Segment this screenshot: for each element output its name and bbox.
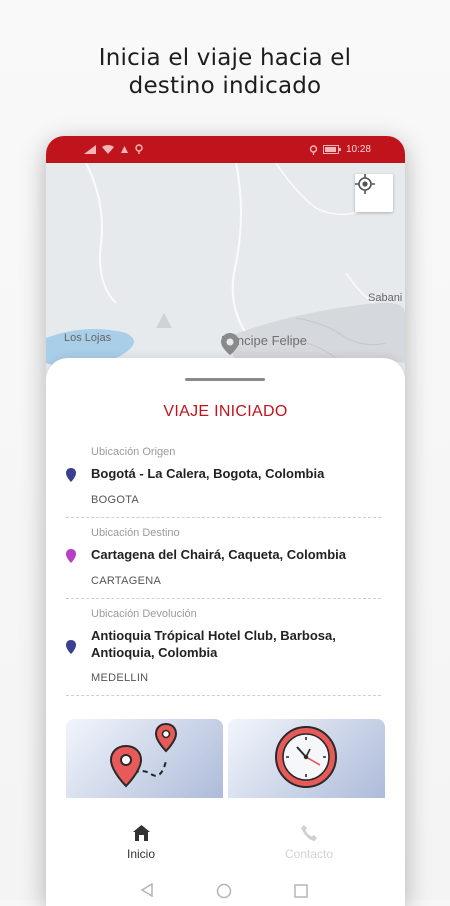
- home-circle-icon[interactable]: [216, 883, 232, 899]
- phone-frame: 10:28 Los Lojas Sabani Principe Felipe V…: [46, 136, 405, 906]
- address-line-2: Antioquia, Colombia: [91, 645, 218, 660]
- divider: [66, 695, 381, 696]
- location-label: Ubicación Destino: [91, 527, 180, 539]
- location-address: Antioquia Trópical Hotel Club, Barbosa, …: [91, 627, 381, 661]
- location-label: Ubicación Devolución: [91, 608, 197, 620]
- return-location: Ubicación Devolución Antioquia Trópical …: [66, 608, 381, 694]
- divider: [66, 598, 381, 599]
- map-label-sabana: Sabani: [368, 292, 403, 304]
- map-pin-icon: [221, 333, 239, 355]
- map-label-los-lojas: Los Lojas: [64, 332, 112, 344]
- place-marker[interactable]: Principe Felipe: [221, 333, 307, 355]
- headline-line-1: Inicia el viaje hacia el: [98, 45, 352, 71]
- my-location-button[interactable]: [355, 174, 393, 212]
- battery-icon: [322, 145, 341, 154]
- nav-label-contacto: Contacto: [284, 847, 334, 861]
- signal-icon: [84, 144, 96, 154]
- app-notification-icon: [121, 145, 128, 153]
- origin-pin-icon: [66, 468, 76, 482]
- trip-status-title: VIAJE INICIADO: [163, 403, 288, 420]
- route-card[interactable]: [66, 719, 223, 809]
- promo-headline: Inicia el viaje hacia el destino indicad…: [0, 44, 450, 100]
- location-city: CARTAGENA: [91, 575, 162, 587]
- destination-pin-icon: [66, 549, 76, 563]
- location-status-icon: [135, 144, 143, 154]
- home-icon: [132, 825, 150, 841]
- address-line-1: Antioquia Trópical Hotel Club, Barbosa,: [91, 628, 336, 643]
- sheet-drag-handle[interactable]: [185, 378, 265, 381]
- divider: [66, 517, 381, 518]
- return-pin-icon: [66, 640, 76, 654]
- clock-icon: [275, 726, 337, 788]
- system-navigation-bar: [46, 876, 405, 906]
- nav-item-contacto[interactable]: Contacto: [269, 825, 349, 861]
- back-icon[interactable]: [141, 883, 153, 897]
- phone-icon: [301, 825, 317, 841]
- origin-location: Ubicación Origen Bogotá - La Calera, Bog…: [66, 446, 381, 516]
- status-bar: 10:28: [46, 136, 405, 163]
- route-pins-icon: [109, 722, 178, 788]
- recents-icon[interactable]: [294, 884, 308, 898]
- nav-label-inicio: Inicio: [126, 847, 155, 861]
- location-address: Bogotá - La Calera, Bogota, Colombia: [91, 466, 325, 481]
- location-status-icon: [309, 144, 318, 155]
- location-label: Ubicación Origen: [91, 446, 176, 458]
- location-address: Cartagena del Chairá, Caqueta, Colombia: [91, 547, 347, 562]
- location-city: BOGOTA: [91, 494, 140, 506]
- nav-item-inicio[interactable]: Inicio: [101, 825, 181, 861]
- wifi-icon: [102, 144, 114, 154]
- headline-line-2: destino indicado: [128, 73, 322, 99]
- bottom-navigation: Inicio Contacto: [46, 798, 405, 868]
- time-card[interactable]: [228, 719, 385, 809]
- my-location-icon: [355, 174, 375, 194]
- status-time: 10:28: [345, 144, 371, 155]
- location-city: MEDELLIN: [91, 672, 149, 684]
- destination-location: Ubicación Destino Cartagena del Chairá, …: [66, 527, 381, 597]
